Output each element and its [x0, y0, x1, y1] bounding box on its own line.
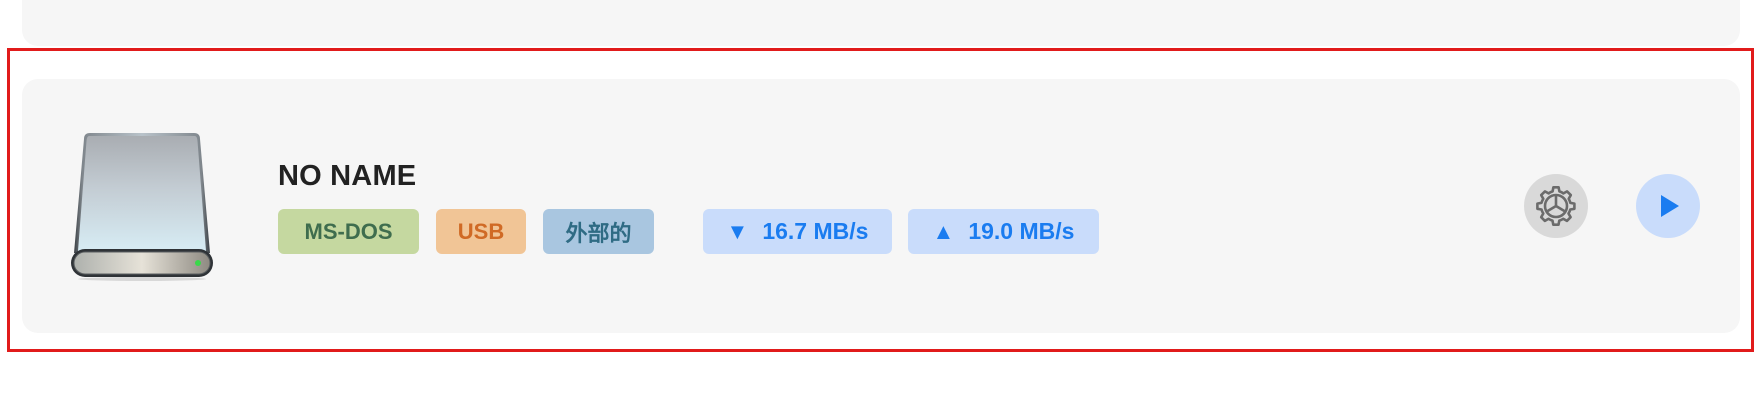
- down-arrow-icon: ▼: [726, 218, 749, 244]
- up-arrow-icon: ▲: [932, 218, 955, 244]
- read-speed-badge: ▼ 16.7 MB/s: [703, 209, 892, 254]
- play-icon: [1661, 195, 1679, 217]
- location-badge: 外部的: [543, 209, 654, 254]
- write-speed-value: 19.0 MB/s: [968, 218, 1075, 244]
- previous-device-card: [22, 0, 1740, 46]
- play-button[interactable]: [1636, 174, 1700, 238]
- device-name: NO NAME: [278, 160, 417, 192]
- device-card[interactable]: [22, 79, 1740, 333]
- bus-badge: USB: [436, 209, 526, 254]
- write-speed-badge: ▲ 19.0 MB/s: [908, 209, 1099, 254]
- settings-button[interactable]: [1524, 174, 1588, 238]
- gear-icon: [1536, 186, 1576, 226]
- read-speed-value: 16.7 MB/s: [762, 218, 869, 244]
- filesystem-badge: MS-DOS: [278, 209, 419, 254]
- external-drive-icon: [70, 133, 214, 281]
